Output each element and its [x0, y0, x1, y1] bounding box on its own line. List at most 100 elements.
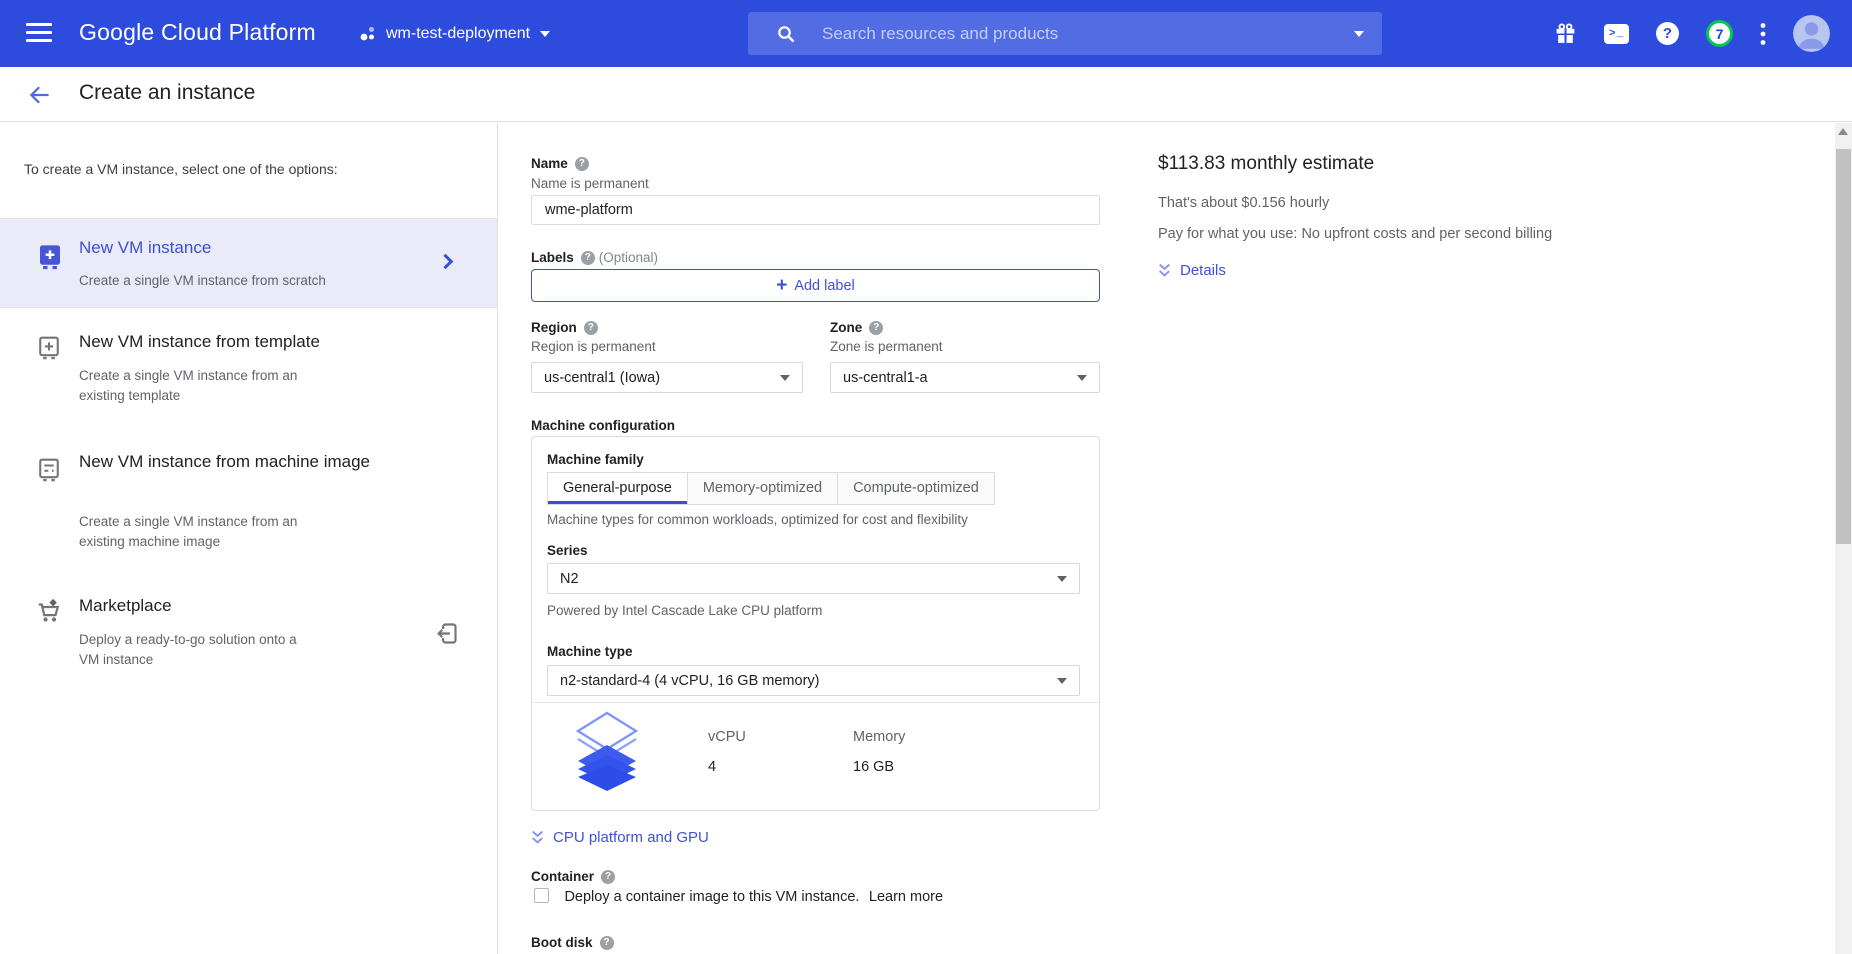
cloud-shell-icon[interactable]: >_: [1604, 24, 1629, 44]
details-link-text: Details: [1180, 262, 1226, 279]
container-checkbox[interactable]: [534, 888, 549, 903]
machine-config-title: Machine configuration: [531, 418, 675, 433]
add-label-button[interactable]: + Add label: [531, 269, 1100, 302]
top-bar: Google Cloud Platform wm-test-deployment: [0, 0, 1852, 67]
container-label-row: Container ?: [531, 869, 615, 884]
tab-general-purpose[interactable]: General-purpose: [548, 473, 687, 504]
double-chevron-icon: [531, 830, 544, 845]
sidebar-item-desc: Create a single VM instance from scratch: [79, 271, 369, 291]
region-hint: Region is permanent: [531, 339, 656, 354]
boot-disk-label: Boot disk: [531, 935, 593, 950]
sidebar-item-desc: Create a single VM instance from an exis…: [79, 366, 314, 406]
series-value: N2: [560, 571, 1057, 587]
chevron-down-icon: [1057, 678, 1067, 684]
search-bar[interactable]: [748, 12, 1382, 55]
question-help-icon[interactable]: ?: [584, 321, 598, 335]
project-selector[interactable]: wm-test-deployment: [358, 18, 550, 50]
labels-label: Labels: [531, 250, 574, 265]
series-desc: Powered by Intel Cascade Lake CPU platfo…: [547, 603, 822, 618]
sidebar-item-new-vm-from-machine-image[interactable]: New VM instance from machine image Creat…: [0, 441, 497, 581]
learn-more-link[interactable]: Learn more: [869, 889, 943, 905]
search-dropdown-caret-icon[interactable]: [1354, 31, 1364, 37]
labels-optional: (Optional): [599, 250, 658, 265]
sidebar-intro-text: To create a VM instance, select one of t…: [24, 161, 338, 177]
labels-label-row: Labels ? (Optional): [531, 250, 658, 265]
vm-plus-icon: [35, 241, 65, 271]
machine-config-card: Machine family General-purpose Memory-op…: [531, 436, 1100, 811]
sidebar-item-marketplace[interactable]: Marketplace Deploy a ready-to-go solutio…: [0, 585, 497, 695]
kebab-menu-icon[interactable]: [1760, 22, 1766, 46]
search-icon: [776, 24, 796, 44]
chevron-down-icon: [1077, 375, 1087, 381]
estimate-title: $113.83 monthly estimate: [1158, 153, 1374, 175]
gift-icon[interactable]: [1554, 22, 1577, 45]
double-chevron-icon: [1158, 263, 1171, 278]
container-label: Container: [531, 869, 594, 884]
machine-type-label: Machine type: [547, 644, 633, 659]
machine-image-icon: [35, 455, 63, 483]
name-label-row: Name ?: [531, 156, 589, 171]
question-help-icon[interactable]: ?: [581, 251, 595, 265]
machine-stats-panel: vCPU 4 Memory 16 GB: [532, 703, 1099, 811]
sidebar-item-title: New VM instance from template: [79, 331, 320, 353]
chevron-down-icon: [780, 375, 790, 381]
cluster-icon: [358, 24, 378, 44]
marketplace-cart-icon: [35, 597, 65, 627]
chevron-down-icon: [540, 31, 550, 37]
sidebar-item-title: New VM instance: [79, 237, 211, 259]
tab-memory-optimized[interactable]: Memory-optimized: [687, 473, 837, 504]
series-select[interactable]: N2: [547, 563, 1080, 594]
plus-icon: +: [776, 275, 787, 297]
estimate-hourly: That's about $0.156 hourly: [1158, 195, 1329, 211]
region-value: us-central1 (Iowa): [544, 370, 780, 386]
memory-label: Memory: [853, 729, 905, 745]
search-input[interactable]: [822, 24, 1354, 44]
vertical-scrollbar[interactable]: [1835, 123, 1852, 954]
notification-badge[interactable]: 7: [1706, 20, 1733, 47]
memory-value: 16 GB: [853, 759, 894, 775]
sidebar-item-title: New VM instance from machine image: [79, 451, 379, 473]
sidebar-item-title: Marketplace: [79, 595, 172, 617]
create-options-sidebar: To create a VM instance, select one of t…: [0, 123, 498, 954]
machine-type-select[interactable]: n2-standard-4 (4 vCPU, 16 GB memory): [547, 665, 1080, 696]
question-help-icon[interactable]: ?: [575, 157, 589, 171]
chevron-down-icon: [1057, 576, 1067, 582]
sidebar-item-new-vm-instance[interactable]: New VM instance Create a single VM insta…: [0, 218, 497, 308]
layers-icon: [574, 711, 640, 795]
zone-select[interactable]: us-central1-a: [830, 362, 1100, 393]
container-checkbox-row: Deploy a container image to this VM inst…: [534, 888, 943, 906]
page-title: Create an instance: [79, 81, 255, 105]
name-hint: Name is permanent: [531, 176, 649, 191]
tab-compute-optimized[interactable]: Compute-optimized: [837, 473, 994, 504]
menu-icon[interactable]: [26, 23, 52, 43]
import-icon: [433, 620, 460, 647]
region-label: Region: [531, 320, 577, 335]
cpu-platform-gpu-link[interactable]: CPU platform and GPU: [531, 829, 709, 846]
sidebar-item-desc: Deploy a ready-to-go solution onto a VM …: [79, 630, 314, 670]
instance-form: Name ? Name is permanent Labels ? (Optio…: [531, 123, 1100, 954]
sidebar-item-new-vm-from-template[interactable]: New VM instance from template Create a s…: [0, 323, 497, 433]
gcp-logo[interactable]: Google Cloud Platform: [79, 19, 316, 46]
add-label-text: Add label: [794, 278, 854, 294]
avatar[interactable]: [1793, 15, 1830, 52]
chevron-right-icon: [438, 254, 454, 270]
scrollbar-thumb[interactable]: [1836, 149, 1851, 544]
machine-family-label: Machine family: [547, 452, 644, 467]
details-link[interactable]: Details: [1158, 262, 1226, 279]
scroll-up-arrow-icon[interactable]: [1838, 128, 1848, 135]
question-help-icon[interactable]: ?: [600, 936, 614, 950]
zone-hint: Zone is permanent: [830, 339, 943, 354]
back-arrow-icon[interactable]: [26, 82, 52, 108]
help-icon[interactable]: ?: [1656, 22, 1679, 45]
template-icon: [35, 333, 63, 361]
question-help-icon[interactable]: ?: [869, 321, 883, 335]
zone-label-row: Zone ?: [830, 320, 883, 335]
page-header: Create an instance: [0, 67, 1852, 122]
vcpu-value: 4: [708, 759, 716, 775]
region-select[interactable]: us-central1 (Iowa): [531, 362, 803, 393]
machine-type-value: n2-standard-4 (4 vCPU, 16 GB memory): [560, 673, 1057, 689]
name-input[interactable]: [531, 195, 1100, 225]
container-checkbox-text: Deploy a container image to this VM inst…: [564, 889, 859, 905]
question-help-icon[interactable]: ?: [601, 870, 615, 884]
zone-value: us-central1-a: [843, 370, 1077, 386]
